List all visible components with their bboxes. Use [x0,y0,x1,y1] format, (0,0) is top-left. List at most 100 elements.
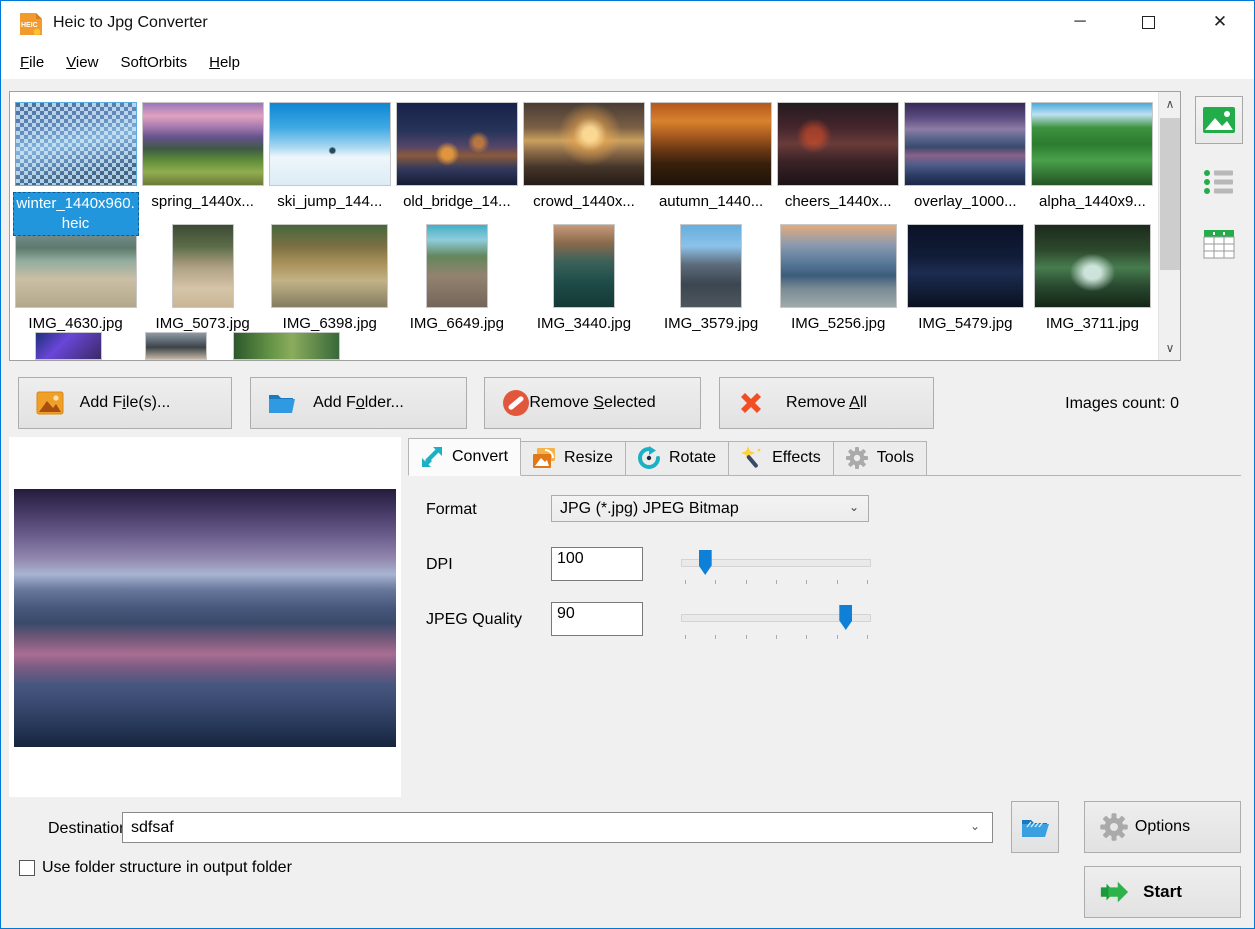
dpi-label: DPI [426,556,453,574]
maximize-button[interactable] [1125,1,1171,43]
table-view-button[interactable] [1195,220,1243,268]
thumbnail-filename: autumn_1440... [657,192,765,211]
thumbnail-item[interactable]: IMG_3579.jpg [648,224,775,346]
chevron-down-icon: ⌄ [970,819,980,833]
thumbnail-image[interactable] [1034,224,1151,308]
scrollbar-thumb[interactable] [1160,118,1180,270]
thumbnail-item[interactable]: old_bridge_14... [393,102,520,224]
thumbnail-filename: IMG_3440.jpg [535,314,633,333]
thumbnail-image[interactable] [680,224,742,308]
thumbnail-image[interactable] [777,102,899,186]
thumbnail-image[interactable] [907,224,1024,308]
dpi-slider[interactable] [681,549,871,579]
jpeg-quality-slider[interactable] [681,604,871,634]
thumbnail-image[interactable] [904,102,1026,186]
view-switcher [1195,96,1247,282]
dpi-slider-thumb[interactable] [699,550,712,575]
add-files-button[interactable]: Add File(s)... [18,377,232,429]
tools-gear-icon [844,445,870,471]
use-folder-structure-row: Use folder structure in output folder [19,859,292,877]
use-folder-structure-checkbox[interactable] [19,860,35,876]
list-view-icon [1203,168,1235,196]
destination-combo[interactable]: sdfsaf ⌄ [122,812,993,843]
thumbnail-image[interactable] [269,102,391,186]
jpeg-quality-slider-ticks [685,635,867,640]
svg-text:HEIC: HEIC [21,22,38,29]
thumbnail-image-partial[interactable] [35,332,102,360]
thumbnail-image[interactable] [426,224,488,308]
remove-all-button[interactable]: Remove All [719,377,934,429]
thumbnail-item[interactable]: IMG_6398.jpg [266,224,393,346]
dpi-input[interactable]: 100 [551,547,643,581]
add-files-icon [35,388,65,418]
format-dropdown[interactable]: JPG (*.jpg) JPEG Bitmap ⌄ [551,495,869,522]
tab-resize-label: Resize [564,449,613,467]
thumbnail-item[interactable]: IMG_3440.jpg [520,224,647,346]
browse-folder-button[interactable] [1011,801,1059,853]
menu-file[interactable]: File [9,50,55,75]
close-button[interactable]: ✕ [1197,1,1243,43]
menu-softorbits[interactable]: SoftOrbits [109,50,198,75]
thumbnail-item[interactable]: cheers_1440x... [775,102,902,224]
list-scrollbar[interactable]: ∧ ∨ [1158,92,1180,360]
thumbnail-image[interactable] [271,224,388,308]
thumbnail-item[interactable]: IMG_6649.jpg [393,224,520,346]
thumbnail-image[interactable] [172,224,234,308]
thumbnail-view-button[interactable] [1195,96,1243,144]
format-value: JPG (*.jpg) JPEG Bitmap [560,500,739,518]
thumbnail-image[interactable] [1031,102,1153,186]
thumbnail-item[interactable]: alpha_1440x9... [1029,102,1156,224]
thumbnail-filename: IMG_5256.jpg [789,314,887,333]
tab-resize[interactable]: Resize [520,441,626,475]
destination-label: Destination [48,820,128,838]
menu-bar: File View SoftOrbits Help [1,46,1254,79]
thumbnail-item[interactable]: winter_1440x960.heic [12,102,139,224]
scroll-up-icon[interactable]: ∧ [1159,92,1181,116]
thumbnail-filename: alpha_1440x9... [1037,192,1148,211]
start-button[interactable]: Start [1084,866,1241,918]
thumbnail-item[interactable]: crowd_1440x... [520,102,647,224]
tab-tools[interactable]: Tools [833,441,927,475]
thumbnail-image[interactable] [780,224,897,308]
add-folder-button[interactable]: Add Folder... [250,377,467,429]
tab-rotate-label: Rotate [669,449,716,467]
thumbnail-image[interactable] [650,102,772,186]
jpeg-quality-slider-thumb[interactable] [839,605,852,630]
options-button[interactable]: Options [1084,801,1241,853]
rotate-icon [636,445,662,471]
thumbnail-grid: winter_1440x960.heicspring_1440x...ski_j… [12,92,1156,346]
remove-selected-button[interactable]: Remove Selected [484,377,701,429]
thumbnail-item[interactable]: IMG_3711.jpg [1029,224,1156,346]
thumbnail-item[interactable]: ski_jump_144... [266,102,393,224]
destination-value: sdfsaf [131,819,174,837]
thumbnail-image[interactable] [15,102,137,186]
thumbnail-item[interactable]: overlay_1000... [902,102,1029,224]
thumbnail-filename: IMG_6649.jpg [408,314,506,333]
jpeg-quality-input[interactable]: 90 [551,602,643,636]
file-list-panel: winter_1440x960.heicspring_1440x...ski_j… [9,91,1181,361]
thumbnail-image-partial[interactable] [233,332,340,360]
preview-pane [9,437,401,797]
scroll-down-icon[interactable]: ∨ [1159,336,1181,360]
thumbnail-filename: crowd_1440x... [531,192,637,211]
list-view-button[interactable] [1195,158,1243,206]
tab-effects-label: Effects [772,449,821,467]
tab-effects[interactable]: Effects [728,441,834,475]
thumbnail-item[interactable]: spring_1440x... [139,102,266,224]
thumbnail-image[interactable] [553,224,615,308]
thumbnail-item[interactable]: IMG_5479.jpg [902,224,1029,346]
thumbnail-image-partial[interactable] [145,332,207,360]
thumbnail-image[interactable] [142,102,264,186]
thumbnail-image[interactable] [396,102,518,186]
menu-help[interactable]: Help [198,50,251,75]
thumbnail-item[interactable]: autumn_1440... [648,102,775,224]
thumbnail-item[interactable]: IMG_5256.jpg [775,224,902,346]
thumbnail-item[interactable]: IMG_4630.jpg [12,224,139,346]
thumbnail-image[interactable] [523,102,645,186]
thumbnail-image[interactable] [15,224,137,308]
minimize-button[interactable]: ─ [1057,1,1103,43]
tab-convert[interactable]: Convert [408,438,521,476]
tab-rotate[interactable]: Rotate [625,441,729,475]
thumbnail-item[interactable]: IMG_5073.jpg [139,224,266,346]
menu-view[interactable]: View [55,50,109,75]
